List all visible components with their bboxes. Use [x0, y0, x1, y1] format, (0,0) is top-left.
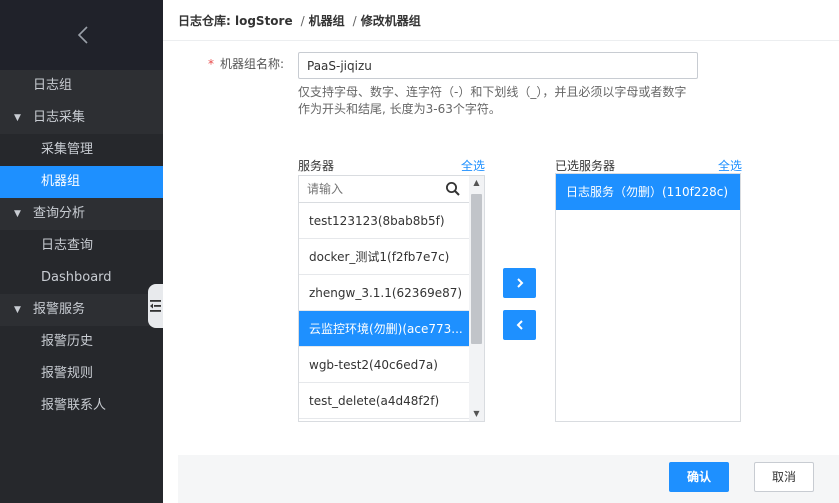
sidebar-item-log-query[interactable]: 日志查询: [0, 230, 163, 262]
servers-search-input[interactable]: [299, 176, 439, 202]
breadcrumb: 日志仓库: logStore / 机器组 / 修改机器组: [178, 12, 425, 30]
sidebar-item-label: 报警联系人: [41, 398, 107, 413]
confirm-button[interactable]: 确认: [669, 462, 729, 492]
server-item[interactable]: wgb-test2(40c6ed7a): [299, 347, 469, 383]
caret-down-icon: ▼: [14, 209, 21, 219]
name-hint: 仅支持字母、数字、连字符（-）和下划线（_），并且必须以字母或者数字 作为开头和…: [298, 84, 708, 118]
sidebar-item-label: 报警历史: [41, 334, 94, 349]
sidebar-item-label: 日志采集: [33, 110, 86, 125]
breadcrumb-root[interactable]: 日志仓库: logStore: [178, 14, 293, 28]
sidebar-item-log-collection[interactable]: ▼ 日志采集: [0, 102, 163, 134]
sidebar-item-label: 报警规则: [41, 366, 94, 381]
chevron-left-icon[interactable]: [70, 20, 96, 50]
selected-select-all-link[interactable]: 全选: [718, 157, 742, 174]
servers-title: 服务器: [298, 159, 335, 173]
breadcrumb-separator: /: [300, 14, 305, 28]
servers-scrollbar[interactable]: ▲ ▼: [469, 176, 484, 421]
caret-down-icon: ▼: [14, 113, 21, 123]
collapse-menu-icon[interactable]: [148, 284, 163, 328]
sidebar-item-label: 报警服务: [33, 302, 86, 317]
server-item[interactable]: test_delete(a4d48f2f): [299, 383, 469, 419]
move-left-button[interactable]: [503, 310, 536, 340]
sidebar-item-log-group[interactable]: 日志组: [0, 70, 163, 102]
server-item[interactable]: docker_测试1(f2fb7e7c): [299, 239, 469, 275]
sidebar-item-machine-group[interactable]: 机器组: [0, 166, 163, 198]
servers-list: test123123(8bab8b5f) docker_测试1(f2fb7e7c…: [298, 175, 485, 422]
sidebar-filler: [0, 422, 163, 503]
label-text: 机器组名称:: [220, 57, 285, 71]
sidebar-item-collection-management[interactable]: 采集管理: [0, 134, 163, 166]
sidebar-item-label: 日志组: [33, 78, 73, 93]
sidebar-item-label: 采集管理: [41, 142, 94, 157]
sidebar-item-alert-contacts[interactable]: 报警联系人: [0, 390, 163, 422]
sidebar: 日志组 ▼ 日志采集 采集管理 机器组 ▼ 查询分析 日志查询 Dashboar…: [0, 0, 163, 503]
sidebar-item-label: Dashboard: [41, 270, 112, 285]
scroll-thumb[interactable]: [471, 194, 482, 344]
sidebar-item-label: 机器组: [41, 174, 81, 189]
sidebar-item-label: 日志查询: [41, 238, 94, 253]
servers-select-all-link[interactable]: 全选: [461, 157, 485, 174]
scroll-up-icon[interactable]: ▲: [472, 179, 481, 187]
selected-servers-list: 日志服务（勿删）(110f228c): [555, 173, 741, 422]
sidebar-item-alert-service[interactable]: ▼ 报警服务: [0, 294, 163, 326]
cancel-button[interactable]: 取消: [754, 462, 814, 492]
caret-down-icon: ▼: [14, 305, 21, 315]
required-mark: *: [208, 57, 214, 71]
form-footer: [178, 455, 839, 503]
sidebar-item-alert-history[interactable]: 报警历史: [0, 326, 163, 358]
machine-group-name-input[interactable]: [298, 52, 698, 79]
breadcrumb-current: 修改机器组: [360, 14, 421, 28]
sidebar-item-query-analysis[interactable]: ▼ 查询分析: [0, 198, 163, 230]
breadcrumb-machine-group[interactable]: 机器组: [309, 14, 345, 28]
scroll-down-icon[interactable]: ▼: [472, 410, 481, 418]
breadcrumb-separator: /: [352, 14, 357, 28]
machine-group-name-label: * 机器组名称:: [208, 55, 284, 72]
server-item[interactable]: test123123(8bab8b5f): [299, 203, 469, 239]
servers-search-row: [299, 176, 469, 203]
sidebar-header: [0, 0, 163, 70]
hint-line-1: 仅支持字母、数字、连字符（-）和下划线（_），并且必须以字母或者数字: [298, 85, 687, 99]
selected-servers-title: 已选服务器: [555, 159, 616, 173]
sidebar-item-label: 查询分析: [33, 206, 86, 221]
sidebar-item-dashboard[interactable]: Dashboard: [0, 262, 163, 294]
server-item[interactable]: zhengw_3.1.1(62369e87): [299, 275, 469, 311]
move-right-button[interactable]: [503, 268, 536, 298]
server-item-selected[interactable]: 云监控环境(勿删)(ace773...: [299, 311, 469, 347]
sidebar-item-alert-rules[interactable]: 报警规则: [0, 358, 163, 390]
search-icon[interactable]: [445, 181, 461, 197]
hint-line-2: 作为开头和结尾, 长度为3-63个字符。: [298, 102, 501, 116]
selected-server-item[interactable]: 日志服务（勿删）(110f228c): [556, 174, 740, 210]
header-divider: [163, 40, 839, 41]
